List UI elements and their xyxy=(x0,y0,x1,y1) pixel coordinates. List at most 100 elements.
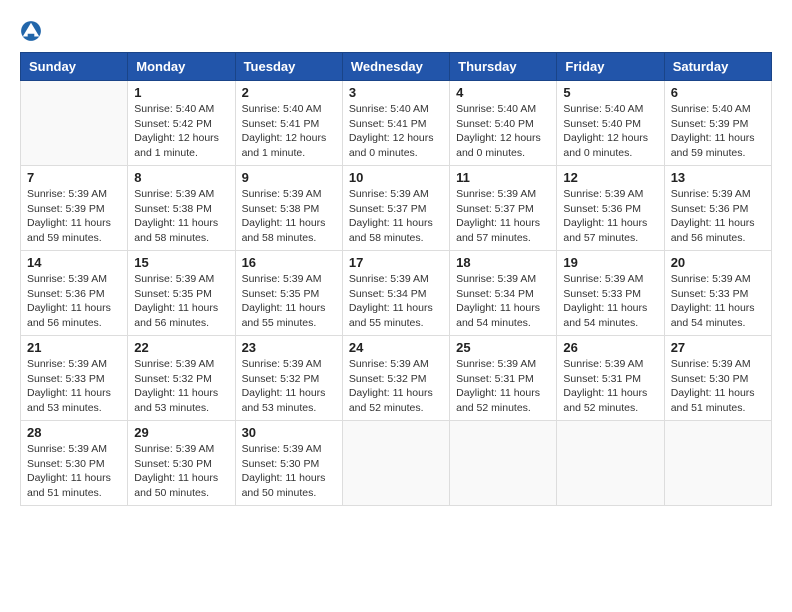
day-number: 14 xyxy=(27,255,121,270)
day-info: Sunrise: 5:40 AM Sunset: 5:41 PM Dayligh… xyxy=(349,102,443,161)
calendar-cell: 8 Sunrise: 5:39 AM Sunset: 5:38 PM Daylig… xyxy=(128,166,235,251)
calendar-cell xyxy=(557,421,664,506)
day-number: 30 xyxy=(242,425,336,440)
day-number: 15 xyxy=(134,255,228,270)
day-number: 4 xyxy=(456,85,550,100)
logo xyxy=(20,20,46,42)
day-info: Sunrise: 5:39 AM Sunset: 5:34 PM Dayligh… xyxy=(349,272,443,331)
calendar-cell: 30 Sunrise: 5:39 AM Sunset: 5:30 PM Dayli… xyxy=(235,421,342,506)
day-info: Sunrise: 5:39 AM Sunset: 5:36 PM Dayligh… xyxy=(671,187,765,246)
week-row-1: 1 Sunrise: 5:40 AM Sunset: 5:42 PM Daylig… xyxy=(21,81,772,166)
day-number: 28 xyxy=(27,425,121,440)
day-info: Sunrise: 5:39 AM Sunset: 5:30 PM Dayligh… xyxy=(134,442,228,501)
column-header-monday: Monday xyxy=(128,53,235,81)
calendar-cell: 15 Sunrise: 5:39 AM Sunset: 5:35 PM Dayli… xyxy=(128,251,235,336)
day-number: 27 xyxy=(671,340,765,355)
calendar-cell xyxy=(450,421,557,506)
header-row: SundayMondayTuesdayWednesdayThursdayFrid… xyxy=(21,53,772,81)
calendar-cell: 13 Sunrise: 5:39 AM Sunset: 5:36 PM Dayli… xyxy=(664,166,771,251)
day-info: Sunrise: 5:39 AM Sunset: 5:33 PM Dayligh… xyxy=(27,357,121,416)
day-info: Sunrise: 5:39 AM Sunset: 5:38 PM Dayligh… xyxy=(242,187,336,246)
calendar-cell xyxy=(21,81,128,166)
calendar-cell: 4 Sunrise: 5:40 AM Sunset: 5:40 PM Daylig… xyxy=(450,81,557,166)
day-info: Sunrise: 5:39 AM Sunset: 5:35 PM Dayligh… xyxy=(242,272,336,331)
calendar-cell: 12 Sunrise: 5:39 AM Sunset: 5:36 PM Dayli… xyxy=(557,166,664,251)
week-row-2: 7 Sunrise: 5:39 AM Sunset: 5:39 PM Daylig… xyxy=(21,166,772,251)
calendar-cell: 9 Sunrise: 5:39 AM Sunset: 5:38 PM Daylig… xyxy=(235,166,342,251)
day-info: Sunrise: 5:39 AM Sunset: 5:35 PM Dayligh… xyxy=(134,272,228,331)
calendar-cell: 5 Sunrise: 5:40 AM Sunset: 5:40 PM Daylig… xyxy=(557,81,664,166)
day-number: 23 xyxy=(242,340,336,355)
calendar-table: SundayMondayTuesdayWednesdayThursdayFrid… xyxy=(20,52,772,506)
day-number: 10 xyxy=(349,170,443,185)
page-header xyxy=(20,20,772,42)
day-info: Sunrise: 5:39 AM Sunset: 5:32 PM Dayligh… xyxy=(349,357,443,416)
calendar-cell: 3Sunrise: 5:40 AM Sunset: 5:41 PM Daylig… xyxy=(342,81,449,166)
day-info: Sunrise: 5:39 AM Sunset: 5:34 PM Dayligh… xyxy=(456,272,550,331)
day-number: 9 xyxy=(242,170,336,185)
day-info: Sunrise: 5:39 AM Sunset: 5:32 PM Dayligh… xyxy=(242,357,336,416)
calendar-cell: 24 Sunrise: 5:39 AM Sunset: 5:32 PM Dayli… xyxy=(342,336,449,421)
logo-icon xyxy=(20,20,42,42)
day-number: 6 xyxy=(671,85,765,100)
column-header-thursday: Thursday xyxy=(450,53,557,81)
day-info: Sunrise: 5:39 AM Sunset: 5:37 PM Dayligh… xyxy=(349,187,443,246)
column-header-saturday: Saturday xyxy=(664,53,771,81)
calendar-cell: 23 Sunrise: 5:39 AM Sunset: 5:32 PM Dayli… xyxy=(235,336,342,421)
day-info: Sunrise: 5:39 AM Sunset: 5:32 PM Dayligh… xyxy=(134,357,228,416)
column-header-tuesday: Tuesday xyxy=(235,53,342,81)
calendar-cell: 26 Sunrise: 5:39 AM Sunset: 5:31 PM Dayli… xyxy=(557,336,664,421)
calendar-cell: 17Sunrise: 5:39 AM Sunset: 5:34 PM Dayli… xyxy=(342,251,449,336)
day-info: Sunrise: 5:40 AM Sunset: 5:40 PM Dayligh… xyxy=(456,102,550,161)
day-number: 26 xyxy=(563,340,657,355)
day-number: 20 xyxy=(671,255,765,270)
calendar-cell: 6 Sunrise: 5:40 AM Sunset: 5:39 PM Daylig… xyxy=(664,81,771,166)
calendar-cell: 14 Sunrise: 5:39 AM Sunset: 5:36 PM Dayli… xyxy=(21,251,128,336)
week-row-3: 14 Sunrise: 5:39 AM Sunset: 5:36 PM Dayli… xyxy=(21,251,772,336)
day-info: Sunrise: 5:39 AM Sunset: 5:37 PM Dayligh… xyxy=(456,187,550,246)
day-number: 11 xyxy=(456,170,550,185)
calendar-cell: 29Sunrise: 5:39 AM Sunset: 5:30 PM Dayli… xyxy=(128,421,235,506)
week-row-5: 28 Sunrise: 5:39 AM Sunset: 5:30 PM Dayli… xyxy=(21,421,772,506)
day-info: Sunrise: 5:39 AM Sunset: 5:38 PM Dayligh… xyxy=(134,187,228,246)
day-number: 5 xyxy=(563,85,657,100)
day-number: 12 xyxy=(563,170,657,185)
day-info: Sunrise: 5:40 AM Sunset: 5:40 PM Dayligh… xyxy=(563,102,657,161)
day-number: 13 xyxy=(671,170,765,185)
column-header-wednesday: Wednesday xyxy=(342,53,449,81)
day-number: 24 xyxy=(349,340,443,355)
calendar-cell: 11 Sunrise: 5:39 AM Sunset: 5:37 PM Dayli… xyxy=(450,166,557,251)
day-info: Sunrise: 5:40 AM Sunset: 5:42 PM Dayligh… xyxy=(134,102,228,161)
calendar-cell: 22 Sunrise: 5:39 AM Sunset: 5:32 PM Dayli… xyxy=(128,336,235,421)
calendar-cell xyxy=(342,421,449,506)
day-number: 21 xyxy=(27,340,121,355)
calendar-cell: 27Sunrise: 5:39 AM Sunset: 5:30 PM Dayli… xyxy=(664,336,771,421)
calendar-cell: 21 Sunrise: 5:39 AM Sunset: 5:33 PM Dayli… xyxy=(21,336,128,421)
day-number: 1 xyxy=(134,85,228,100)
day-info: Sunrise: 5:39 AM Sunset: 5:30 PM Dayligh… xyxy=(27,442,121,501)
calendar-cell: 16Sunrise: 5:39 AM Sunset: 5:35 PM Dayli… xyxy=(235,251,342,336)
day-number: 2 xyxy=(242,85,336,100)
calendar-cell: 1 Sunrise: 5:40 AM Sunset: 5:42 PM Daylig… xyxy=(128,81,235,166)
calendar-cell: 18 Sunrise: 5:39 AM Sunset: 5:34 PM Dayli… xyxy=(450,251,557,336)
column-header-friday: Friday xyxy=(557,53,664,81)
day-info: Sunrise: 5:40 AM Sunset: 5:39 PM Dayligh… xyxy=(671,102,765,161)
calendar-cell: 10 Sunrise: 5:39 AM Sunset: 5:37 PM Dayli… xyxy=(342,166,449,251)
day-info: Sunrise: 5:39 AM Sunset: 5:36 PM Dayligh… xyxy=(27,272,121,331)
day-number: 19 xyxy=(563,255,657,270)
calendar-cell: 2 Sunrise: 5:40 AM Sunset: 5:41 PM Daylig… xyxy=(235,81,342,166)
column-header-sunday: Sunday xyxy=(21,53,128,81)
day-number: 7 xyxy=(27,170,121,185)
week-row-4: 21 Sunrise: 5:39 AM Sunset: 5:33 PM Dayli… xyxy=(21,336,772,421)
day-info: Sunrise: 5:39 AM Sunset: 5:30 PM Dayligh… xyxy=(242,442,336,501)
day-info: Sunrise: 5:39 AM Sunset: 5:39 PM Dayligh… xyxy=(27,187,121,246)
day-number: 22 xyxy=(134,340,228,355)
calendar-cell: 25Sunrise: 5:39 AM Sunset: 5:31 PM Dayli… xyxy=(450,336,557,421)
day-info: Sunrise: 5:39 AM Sunset: 5:36 PM Dayligh… xyxy=(563,187,657,246)
day-number: 8 xyxy=(134,170,228,185)
day-number: 18 xyxy=(456,255,550,270)
calendar-cell xyxy=(664,421,771,506)
day-info: Sunrise: 5:40 AM Sunset: 5:41 PM Dayligh… xyxy=(242,102,336,161)
day-info: Sunrise: 5:39 AM Sunset: 5:33 PM Dayligh… xyxy=(671,272,765,331)
day-info: Sunrise: 5:39 AM Sunset: 5:31 PM Dayligh… xyxy=(563,357,657,416)
